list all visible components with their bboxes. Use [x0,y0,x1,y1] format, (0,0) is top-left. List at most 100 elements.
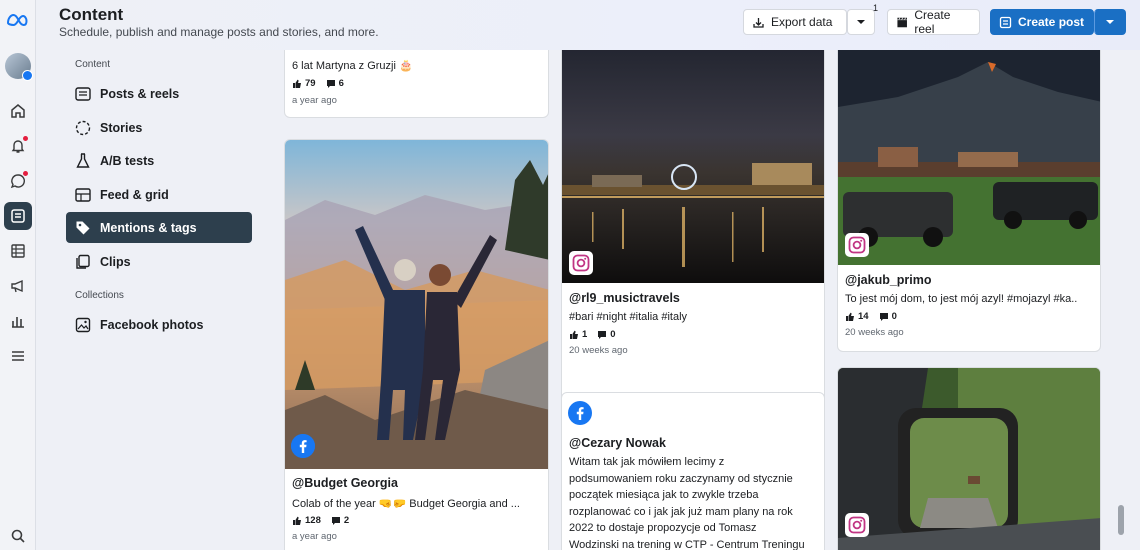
post-text: Witam tak jak mówiłem lecimy z podsumowa… [569,456,805,550]
post-time: 20 weeks ago [845,327,904,338]
comment-icon [879,312,888,321]
export-options-dropdown[interactable] [847,9,875,35]
likes-count: 79 [292,78,316,89]
sidebar-item-ab-tests[interactable]: A/B tests [66,145,252,176]
likes-count: 14 [845,311,869,322]
post-username[interactable]: @Budget Georgia [292,476,398,490]
home-icon[interactable] [4,97,32,125]
create-post-button[interactable]: Create post [990,9,1094,35]
post-stats: 128 2 [292,515,349,526]
stories-icon [74,119,92,137]
scrollbar-thumb[interactable] [1118,505,1124,535]
sidebar-item-label: Mentions & tags [100,220,197,235]
sidebar-item-mentions-tags[interactable]: Mentions & tags [66,212,252,243]
comments-count: 6 [326,78,344,89]
post-username[interactable]: @Cezary Nowak [569,436,666,450]
sidebar-item-label: Feed & grid [100,187,169,202]
post-caption: To jest mój dom, to jest mój azyl! #moja… [845,293,1078,305]
post-stats: 79 6 [292,78,344,89]
mentions-grid: 6 lat Martyna z Gruzji 🎂 79 6 a year ago [272,50,1140,550]
sidebar-item-label: Clips [100,254,131,269]
post-time: a year ago [292,531,337,542]
post-card[interactable] [837,367,1101,550]
post-card[interactable]: @Cezary Nowak Witam tak jak mówiłem leci… [561,392,825,550]
comment-icon [331,516,340,525]
section-heading-collections: Collections [75,290,124,301]
sidebar-item-feed-grid[interactable]: Feed & grid [66,179,252,210]
create-post-label: Create post [1018,15,1085,29]
post-caption: #bari #night #italia #italy [569,311,688,323]
notifications-bell-icon[interactable] [4,132,32,160]
comment-icon [326,79,335,88]
post-username[interactable]: @rl9_musictravels [569,291,680,305]
post-photo [838,50,1100,265]
facebook-badge-icon [22,70,33,81]
sidebar-item-clips[interactable]: Clips [66,246,252,277]
create-reel-button[interactable]: Create reel [887,8,980,36]
photo-icon [74,316,92,334]
clapperboard-icon [897,17,907,27]
feed-grid-icon [74,186,92,204]
chevron-down-icon [1106,20,1114,24]
meta-logo-icon[interactable] [4,6,32,34]
sidebar-item-facebook-photos[interactable]: Facebook photos [66,309,252,340]
post-stats: 1 0 [569,329,616,340]
comment-icon [598,330,607,339]
section-heading-content: Content [75,59,111,70]
menu-hamburger-icon[interactable] [4,342,32,370]
tag-icon [74,219,92,237]
clips-icon [74,253,92,271]
thumbs-up-icon [293,516,301,525]
export-data-button[interactable]: Export data [743,9,847,35]
post-icon [999,16,1012,28]
content-icon[interactable] [4,202,32,230]
post-time: a year ago [292,95,337,106]
sidebar-item-label: Posts & reels [100,86,180,101]
thumbs-up-icon [570,330,578,339]
post-time: 20 weeks ago [569,345,628,356]
post-caption: Colab of the year 🤜🤛 Budget Georgia and … [292,498,520,510]
content-sidebar: Content Posts & reels Stories A/B tests … [36,50,272,550]
post-card[interactable]: 6 lat Martyna z Gruzji 🎂 79 6 a year ago [284,50,549,118]
page-subtitle: Schedule, publish and manage posts and s… [59,25,379,39]
page-header: Content Schedule, publish and manage pos… [36,0,1140,50]
likes-count: 128 [292,515,321,526]
post-stats: 14 0 [845,311,897,322]
chevron-down-icon [857,20,865,24]
planner-table-icon[interactable] [4,237,32,265]
account-avatar[interactable] [5,53,33,81]
sidebar-item-label: A/B tests [100,153,155,168]
sidebar-item-label: Facebook photos [100,317,204,332]
instagram-icon [845,233,869,257]
thumbs-up-icon [293,79,301,88]
sidebar-item-posts-reels[interactable]: Posts & reels [66,78,252,109]
post-photo [562,50,824,283]
export-icon [753,17,764,28]
comments-count: 2 [331,515,349,526]
post-card[interactable]: @Budget Georgia Colab of the year 🤜🤛 Bud… [284,139,549,550]
notification-dot [23,136,28,141]
insights-chart-icon[interactable] [4,307,32,335]
search-icon[interactable] [4,522,32,550]
ads-megaphone-icon[interactable] [4,272,32,300]
page-title: Content [59,5,124,24]
posts-icon [74,85,92,103]
icon-rail [0,0,36,550]
create-post-options-dropdown[interactable] [1094,9,1126,35]
comments-count: 0 [597,329,616,340]
notification-count: 1 [873,3,879,13]
instagram-icon [569,251,593,275]
inbox-chat-icon[interactable] [4,167,32,195]
flask-icon [74,152,92,170]
create-reel-label: Create reel [914,8,951,36]
comments-count: 0 [879,311,897,322]
facebook-icon [291,434,315,458]
post-card[interactable]: @rl9_musictravels #bari #night #italia #… [561,50,825,422]
facebook-icon [568,401,592,425]
sidebar-item-stories[interactable]: Stories [66,112,252,143]
post-card[interactable]: @jakub_primo To jest mój dom, to jest mó… [837,50,1101,352]
post-username[interactable]: @jakub_primo [845,273,932,287]
post-photo [838,368,1100,550]
export-data-label: Export data [771,15,833,29]
post-photo [285,140,548,469]
